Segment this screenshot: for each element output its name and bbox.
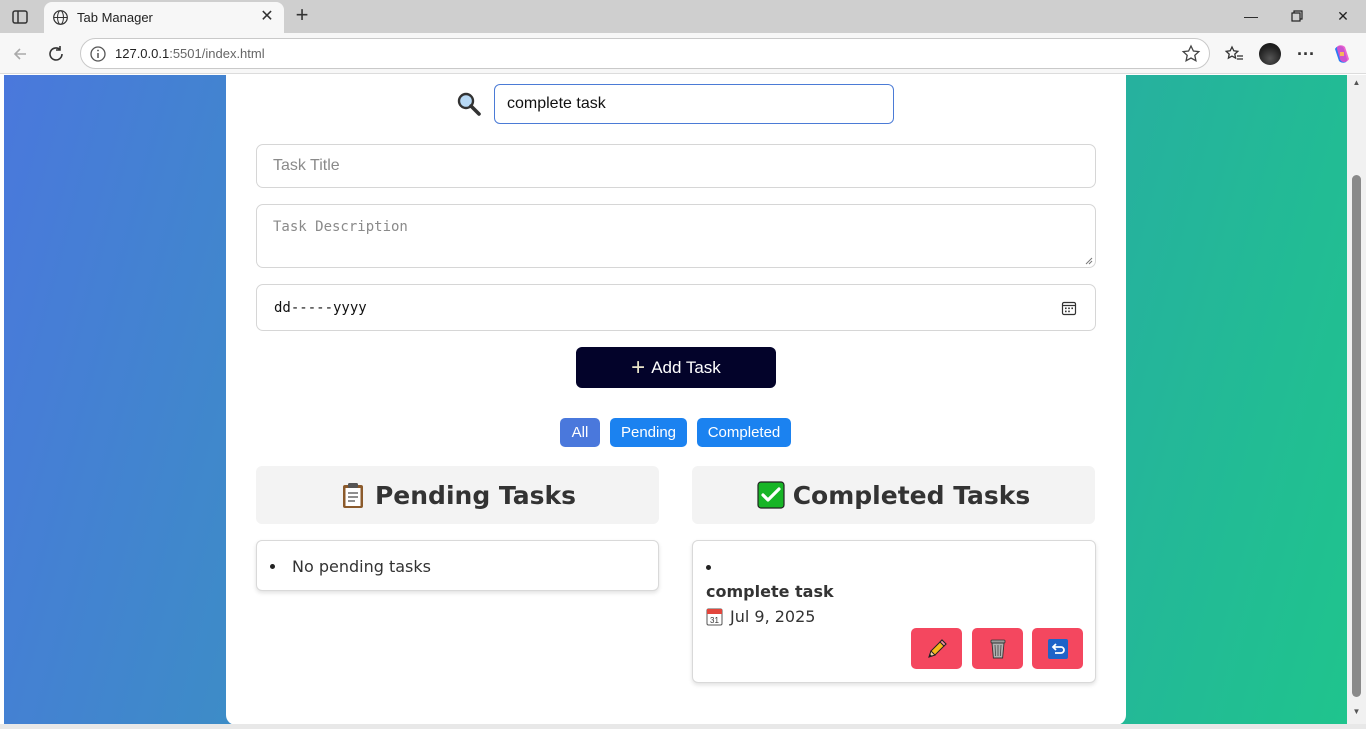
sidebar-icon[interactable] — [8, 6, 32, 28]
task-description-field[interactable] — [256, 204, 1096, 268]
page-scrollbar[interactable]: ▲ ▼ — [1347, 75, 1366, 724]
browser-tab[interactable]: Tab Manager ✕ — [44, 2, 284, 33]
task-description-input[interactable] — [257, 205, 1095, 267]
pencil-icon — [927, 638, 947, 658]
wastebasket-icon — [990, 639, 1005, 658]
profile-avatar[interactable] — [1258, 42, 1282, 66]
list-bullet — [270, 564, 275, 569]
pending-tasks-header: Pending Tasks — [256, 466, 659, 524]
address-bar[interactable]: 127.0.0.1:5501/index.html — [80, 38, 1210, 69]
close-icon[interactable]: ✕ — [258, 8, 276, 26]
empty-message: No pending tasks — [292, 557, 431, 576]
undo-task-button[interactable] — [1032, 628, 1083, 669]
scroll-up-icon[interactable]: ▲ — [1352, 79, 1361, 87]
copilot-icon[interactable] — [1330, 42, 1354, 66]
resize-grip-icon[interactable] — [1085, 257, 1093, 265]
more-icon[interactable]: ··· — [1294, 42, 1318, 66]
task-date: Jul 9, 2025 — [730, 607, 816, 626]
plus-icon: + — [631, 353, 646, 381]
browser-toolbar: 127.0.0.1:5501/index.html ··· — [0, 33, 1366, 74]
date-placeholder: dd-----yyyy — [274, 300, 367, 316]
svg-text:31: 31 — [710, 616, 719, 625]
tab-title: Tab Manager — [77, 10, 153, 25]
filter-all-button[interactable]: All — [560, 418, 600, 447]
filter-completed-button[interactable]: Completed — [697, 418, 791, 447]
edit-task-button[interactable] — [911, 628, 962, 669]
task-date-field[interactable]: dd-----yyyy — [256, 284, 1096, 331]
add-task-button[interactable]: + Add Task — [576, 347, 776, 388]
info-icon[interactable] — [89, 45, 107, 63]
calendar-icon: 31 — [706, 608, 723, 626]
reload-icon[interactable] — [44, 42, 68, 66]
scroll-down-icon[interactable]: ▼ — [1352, 708, 1361, 716]
filter-pending-button[interactable]: Pending — [610, 418, 687, 447]
star-icon[interactable] — [1181, 44, 1201, 64]
magnifier-icon — [457, 92, 481, 116]
minimize-icon[interactable]: — — [1228, 4, 1274, 28]
task-title-field[interactable] — [256, 144, 1096, 188]
clipboard-icon — [342, 483, 363, 508]
globe-icon — [53, 10, 68, 25]
pending-task-list: No pending tasks — [256, 540, 659, 591]
search-input[interactable] — [494, 84, 894, 124]
calendar-icon[interactable] — [1061, 300, 1077, 316]
task-title-input[interactable] — [257, 145, 1095, 187]
pending-tasks-title: Pending Tasks — [374, 480, 577, 510]
maximize-icon[interactable] — [1274, 4, 1320, 28]
task-date-row: 31 Jul 9, 2025 — [706, 607, 815, 626]
back-icon[interactable] — [8, 42, 32, 66]
url-text: 127.0.0.1:5501/index.html — [115, 46, 265, 61]
completed-tasks-title: Completed Tasks — [792, 480, 1031, 510]
list-bullet — [706, 565, 711, 570]
scrollbar-thumb[interactable] — [1352, 175, 1361, 697]
favorites-icon[interactable] — [1222, 42, 1246, 66]
completed-task-list: complete task 31 Jul 9, 2025 — [692, 540, 1096, 683]
page-background: dd-----yyyy + Add Task All Pending Compl… — [4, 75, 1347, 724]
check-mark-icon — [757, 481, 785, 509]
delete-task-button[interactable] — [972, 628, 1023, 669]
completed-tasks-header: Completed Tasks — [692, 466, 1095, 524]
bottom-edge — [0, 724, 1366, 729]
task-title: complete task — [706, 582, 834, 601]
tab-bar: Tab Manager ✕ + — ✕ — [0, 0, 1366, 33]
undo-icon — [1047, 638, 1068, 659]
plus-icon[interactable]: + — [290, 4, 314, 28]
close-window-icon[interactable]: ✕ — [1320, 4, 1366, 28]
add-task-label: Add Task — [651, 357, 721, 377]
app-container: dd-----yyyy + Add Task All Pending Compl… — [226, 75, 1126, 724]
